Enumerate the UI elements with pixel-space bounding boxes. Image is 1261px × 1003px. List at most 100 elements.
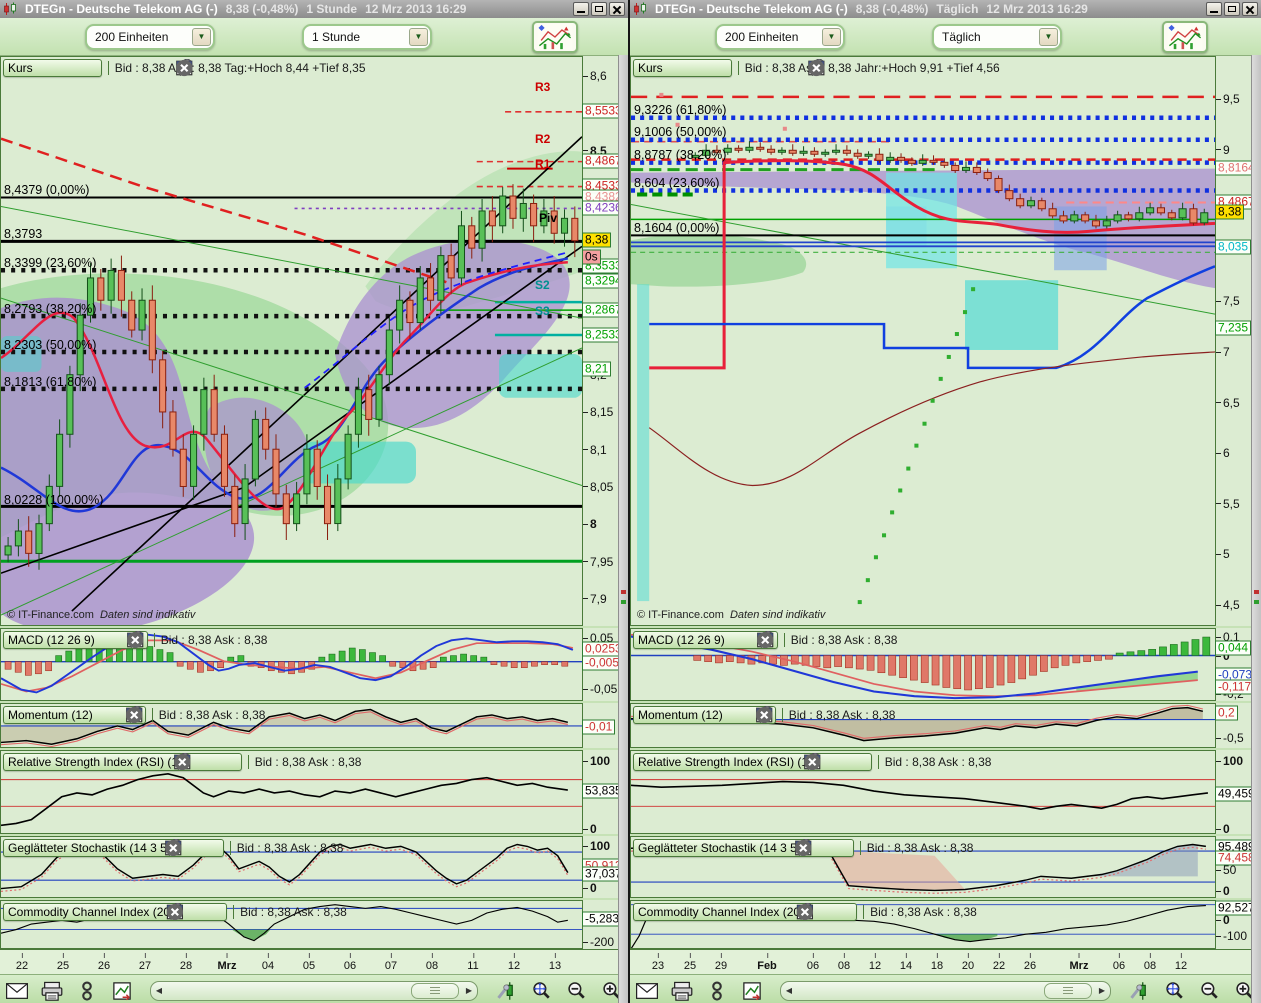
close-button[interactable] bbox=[1242, 2, 1258, 16]
indicator-header[interactable]: Relative Strength Index (RSI) (14) bbox=[633, 753, 872, 771]
indicator-header[interactable]: Momentum (12) bbox=[633, 706, 776, 724]
export-icon[interactable] bbox=[111, 981, 133, 1001]
price-axis-tick: 7,95 bbox=[583, 555, 613, 569]
time-label: 08 bbox=[838, 960, 850, 972]
indicator-axis-tick: -100 bbox=[1216, 929, 1247, 943]
indicator-header[interactable]: Relative Strength Index (RSI) (14) bbox=[3, 753, 242, 771]
time-label: 08 bbox=[1144, 960, 1156, 972]
indicator-panel: Momentum (12) Bid : 8,38 Ask : 8,38 -0,5… bbox=[630, 703, 1261, 748]
indicator-chart[interactable]: Geglätteter Stochastik (14 3 5) Bid : 8,… bbox=[0, 836, 583, 898]
price-chart[interactable]: Kurs Bid : 8,38 Ask : 8,38 Tag:+Hoch 8,4… bbox=[0, 56, 583, 626]
indicator-axis-tick: -0,5 bbox=[1216, 731, 1244, 745]
indicator-header[interactable]: Momentum (12) bbox=[3, 706, 146, 724]
window-titlebar[interactable]: DTEGn - Deutsche Telekom AG (-) 8,38 (-0… bbox=[630, 0, 1261, 18]
close-icon[interactable] bbox=[128, 709, 141, 722]
indicator-header[interactable]: Geglätteter Stochastik (14 3 5) bbox=[3, 839, 224, 857]
time-label: 04 bbox=[262, 960, 274, 972]
indicator-chart[interactable]: Relative Strength Index (RSI) (14) Bid :… bbox=[0, 750, 583, 834]
price-panel-header[interactable]: Kurs bbox=[633, 59, 732, 77]
minimize-button[interactable] bbox=[573, 2, 589, 16]
chevron-down-icon[interactable]: ▼ bbox=[822, 28, 841, 46]
indicator-chart[interactable]: Geglätteter Stochastik (14 3 5) Bid : 8,… bbox=[630, 836, 1216, 898]
time-axis[interactable]: 232529Feb0608121418202226Mrz060812 bbox=[630, 949, 1252, 974]
zoom-out-icon[interactable] bbox=[565, 981, 587, 1001]
chevron-down-icon[interactable]: ▼ bbox=[1039, 28, 1058, 46]
maximize-button[interactable] bbox=[1224, 2, 1240, 16]
indicator-header[interactable]: MACD (12 26 9) bbox=[3, 631, 148, 649]
close-icon[interactable] bbox=[839, 906, 852, 919]
indicator-header[interactable]: Commodity Channel Index (20) bbox=[3, 903, 227, 921]
indicator-chart[interactable]: Momentum (12) Bid : 8,38 Ask : 8,38 bbox=[630, 703, 1216, 748]
scroll-right-icon[interactable]: ▶ bbox=[1094, 983, 1110, 999]
print-icon[interactable] bbox=[671, 981, 693, 1001]
time-label: 13 bbox=[549, 960, 561, 972]
time-label: Mrz bbox=[1070, 960, 1089, 972]
zoom-fit-icon[interactable] bbox=[1163, 981, 1185, 1001]
close-icon[interactable] bbox=[836, 842, 849, 855]
maximize-button[interactable] bbox=[591, 2, 607, 16]
price-panel-header[interactable]: Kurs bbox=[3, 59, 102, 77]
chart-style-button[interactable] bbox=[532, 21, 578, 53]
indicator-header[interactable]: MACD (12 26 9) bbox=[633, 631, 778, 649]
vertical-scrollbar[interactable] bbox=[618, 55, 628, 1003]
units-dropdown[interactable]: 200 Einheiten ▼ bbox=[715, 24, 845, 50]
mail-icon[interactable] bbox=[6, 981, 28, 1001]
link-charts-icon[interactable] bbox=[76, 981, 98, 1001]
indicator-chart[interactable]: Commodity Channel Index (20) Bid : 8,38 … bbox=[630, 900, 1216, 949]
price-chart[interactable]: Kurs Bid : 8,38 Ask : 8,38 Jahr:+Hoch 9,… bbox=[630, 56, 1216, 626]
close-button[interactable] bbox=[609, 2, 625, 16]
vertical-scrollbar[interactable] bbox=[1251, 55, 1261, 1003]
horizontal-scrollbar[interactable]: ◀ ▶ bbox=[780, 981, 1111, 1001]
indicator-header[interactable]: Commodity Channel Index (20) bbox=[633, 903, 857, 921]
scrollbar-thumb[interactable] bbox=[411, 983, 459, 999]
close-icon[interactable] bbox=[854, 756, 867, 769]
price-value-box: 7,235 bbox=[1215, 321, 1251, 336]
close-icon[interactable] bbox=[714, 62, 727, 75]
chevron-down-icon[interactable]: ▼ bbox=[192, 28, 211, 46]
close-icon[interactable] bbox=[758, 709, 771, 722]
indicator-chart[interactable]: Momentum (12) Bid : 8,38 Ask : 8,38 bbox=[0, 703, 583, 748]
close-icon[interactable] bbox=[224, 756, 237, 769]
chart-settings-icon[interactable] bbox=[1128, 981, 1150, 1001]
scroll-left-icon[interactable]: ◀ bbox=[151, 983, 167, 999]
window-titlebar[interactable]: DTEGn - Deutsche Telekom AG (-) 8,38 (-0… bbox=[0, 0, 628, 18]
period-dropdown[interactable]: 1 Stunde ▼ bbox=[302, 24, 432, 50]
zoom-fit-icon[interactable] bbox=[530, 981, 552, 1001]
minimize-button[interactable] bbox=[1206, 2, 1222, 16]
indicator-panel: Commodity Channel Index (20) Bid : 8,38 … bbox=[0, 900, 628, 949]
pivot-label: R2 bbox=[535, 132, 550, 146]
indicator-chart[interactable]: MACD (12 26 9) Bid : 8,38 Ask : 8,38 bbox=[0, 628, 583, 701]
chart-style-button[interactable] bbox=[1162, 21, 1208, 53]
time-label: 25 bbox=[684, 960, 696, 972]
window-toolbar: 200 Einheiten ▼ Täglich ▼ bbox=[630, 18, 1261, 56]
chart-settings-icon[interactable] bbox=[495, 981, 517, 1001]
price-panel: Kurs Bid : 8,38 Ask : 8,38 Tag:+Hoch 8,4… bbox=[0, 56, 628, 626]
indicator-header[interactable]: Geglätteter Stochastik (14 3 5) bbox=[633, 839, 854, 857]
scrollbar-thumb[interactable] bbox=[1044, 983, 1092, 999]
indicator-chart[interactable]: Relative Strength Index (RSI) (14) Bid :… bbox=[630, 750, 1216, 834]
price-axis-tick: 8 bbox=[583, 517, 597, 531]
scroll-right-icon[interactable]: ▶ bbox=[461, 983, 477, 999]
scrollbar-track[interactable] bbox=[797, 982, 1094, 1000]
export-icon[interactable] bbox=[741, 981, 763, 1001]
chevron-down-icon[interactable]: ▼ bbox=[409, 28, 428, 46]
close-icon[interactable] bbox=[206, 842, 219, 855]
print-icon[interactable] bbox=[41, 981, 63, 1001]
horizontal-scrollbar[interactable]: ◀ ▶ bbox=[150, 981, 478, 1001]
time-axis[interactable]: 2225262728Mrz0405060708111213 bbox=[0, 949, 619, 974]
zoom-out-icon[interactable] bbox=[1198, 981, 1220, 1001]
mail-icon[interactable] bbox=[636, 981, 658, 1001]
indicator-chart[interactable]: MACD (12 26 9) Bid : 8,38 Ask : 8,38 bbox=[630, 628, 1216, 701]
price-axis-tick: 8,05 bbox=[583, 480, 613, 494]
chart-stack: Kurs Bid : 8,38 Ask : 8,38 Tag:+Hoch 8,4… bbox=[0, 56, 628, 1003]
close-icon[interactable] bbox=[84, 62, 97, 75]
indicator-chart[interactable]: Commodity Channel Index (20) Bid : 8,38 … bbox=[0, 900, 583, 949]
units-dropdown[interactable]: 200 Einheiten ▼ bbox=[85, 24, 215, 50]
close-icon[interactable] bbox=[130, 634, 143, 647]
close-icon[interactable] bbox=[209, 906, 222, 919]
scrollbar-track[interactable] bbox=[167, 982, 461, 1000]
close-icon[interactable] bbox=[760, 634, 773, 647]
scroll-left-icon[interactable]: ◀ bbox=[781, 983, 797, 999]
period-dropdown[interactable]: Täglich ▼ bbox=[932, 24, 1062, 50]
link-charts-icon[interactable] bbox=[706, 981, 728, 1001]
